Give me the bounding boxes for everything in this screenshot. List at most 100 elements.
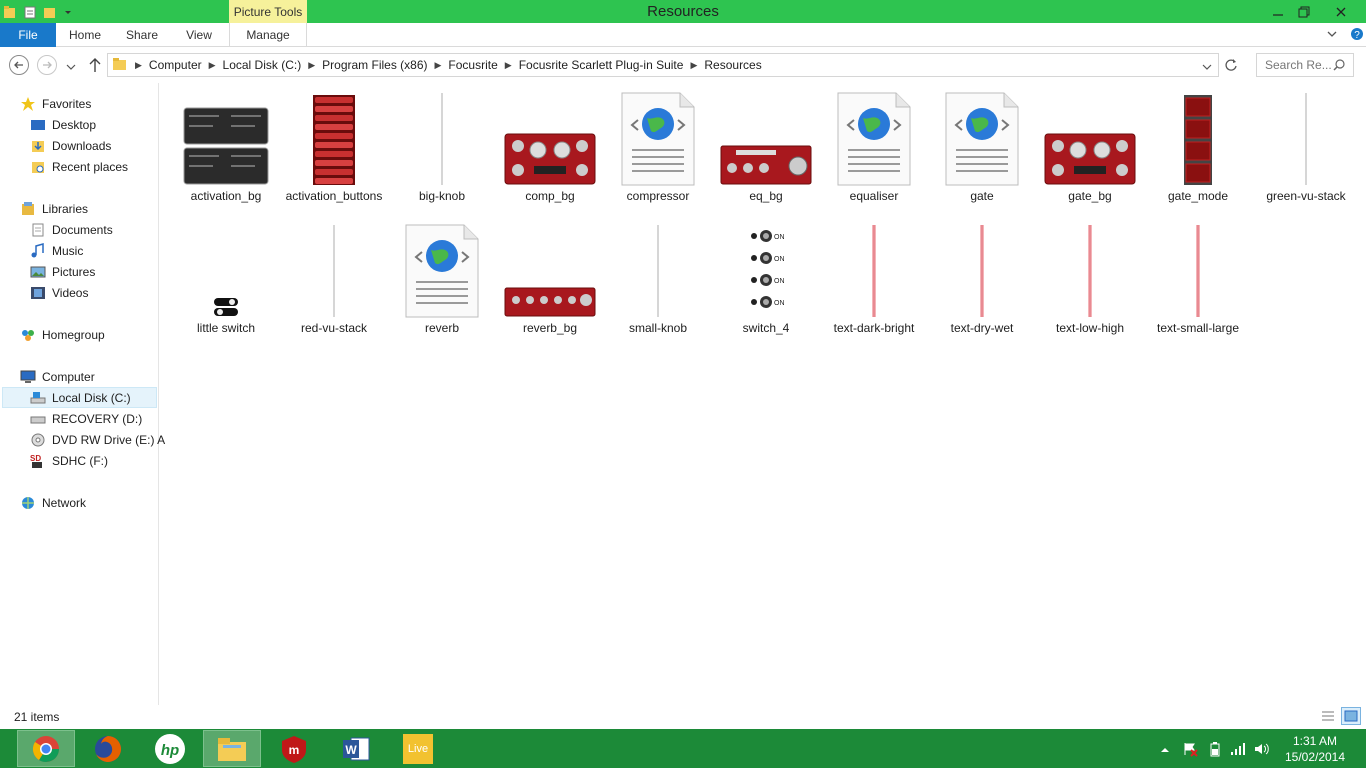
file-item[interactable]: big-knob [392, 90, 492, 204]
chevron-right-icon[interactable]: ▶ [687, 60, 700, 71]
mcafee-icon[interactable]: m [265, 730, 323, 767]
file-item[interactable]: ON ON ON ON switch_4 [716, 222, 816, 336]
sidebar-item-videos[interactable]: Videos [30, 282, 88, 303]
chevron-right-icon[interactable]: ▶ [132, 60, 145, 71]
tab-share[interactable]: Share [114, 23, 170, 47]
file-item[interactable]: text-low-high [1040, 222, 1140, 336]
svg-text:?: ? [1354, 30, 1360, 41]
breadcrumb-program-files[interactable]: Program Files (x86) [318, 58, 431, 72]
breadcrumb-focusrite[interactable]: Focusrite [444, 58, 501, 72]
sidebar-item-network[interactable]: Network [20, 492, 86, 513]
hp-icon[interactable]: hp [141, 730, 199, 767]
firefox-icon[interactable] [79, 730, 137, 767]
file-name: gate_mode [1167, 189, 1229, 203]
sidebar-item-desktop[interactable]: Desktop [30, 114, 96, 135]
file-item[interactable]: little switch [176, 222, 276, 336]
tab-home[interactable]: Home [58, 23, 112, 47]
tab-file[interactable]: File [0, 23, 56, 47]
file-item[interactable]: reverb [392, 222, 492, 336]
svg-text:ON: ON [774, 278, 785, 285]
sidebar-item-sdhc[interactable]: SD SDHC (F:) [30, 450, 108, 471]
sidebar-item-recent-places[interactable]: Recent places [30, 156, 128, 177]
file-item[interactable]: red-vu-stack [284, 222, 384, 336]
wifi-signal-icon[interactable] [1230, 729, 1246, 768]
file-item[interactable]: green-vu-stack [1256, 90, 1356, 204]
close-button[interactable] [1326, 0, 1356, 23]
sidebar-item-documents[interactable]: Documents [30, 219, 113, 240]
taskbar: hp m W Live 1:31 AM 15/02/2014 [0, 729, 1366, 768]
chevron-right-icon[interactable]: ▶ [305, 60, 318, 71]
up-button[interactable] [88, 57, 102, 76]
forward-button[interactable] [37, 55, 57, 75]
file-item[interactable]: activation_buttons [284, 90, 384, 204]
navigation-pane: Favorites Desktop Downloads Recent place… [0, 83, 165, 705]
sidebar-item-homegroup[interactable]: Homegroup [20, 324, 105, 345]
refresh-icon[interactable] [1224, 58, 1238, 75]
image-thumbnail-icon [502, 222, 598, 318]
breadcrumb-local-disk[interactable]: Local Disk (C:) [219, 58, 306, 72]
svg-text:W: W [345, 743, 357, 757]
sidebar-label: Homegroup [42, 327, 105, 342]
pictures-icon [30, 264, 46, 280]
file-item[interactable]: equaliser [824, 90, 924, 204]
file-item[interactable]: text-small-large [1148, 222, 1248, 336]
file-item[interactable]: eq_bg [716, 90, 816, 204]
breadcrumb-computer[interactable]: Computer [145, 58, 206, 72]
image-thumbnail-icon [610, 222, 706, 318]
live-icon[interactable]: Live [389, 730, 447, 767]
svg-text:hp: hp [161, 742, 179, 759]
recent-locations-icon[interactable] [66, 61, 76, 75]
file-item[interactable]: activation_bg [176, 90, 276, 204]
address-bar[interactable]: ▶ Computer ▶ Local Disk (C:) ▶ Program F… [107, 53, 1219, 77]
file-item[interactable]: gate_mode [1148, 90, 1248, 204]
file-explorer-icon[interactable] [203, 730, 261, 767]
file-item[interactable]: text-dry-wet [932, 222, 1032, 336]
file-item[interactable]: gate [932, 90, 1032, 204]
sidebar-label: Pictures [52, 264, 96, 279]
sidebar-label: Libraries [42, 201, 89, 216]
local-disk-icon [30, 390, 46, 406]
file-item[interactable]: compressor [608, 90, 708, 204]
address-dropdown-icon[interactable] [1202, 61, 1212, 75]
file-item[interactable]: reverb_bg [500, 222, 600, 336]
sidebar-item-computer[interactable]: Computer [20, 366, 95, 387]
details-view-icon[interactable] [1320, 709, 1336, 726]
tab-view[interactable]: View [172, 23, 226, 47]
file-item[interactable]: small-knob [608, 222, 708, 336]
chevron-right-icon[interactable]: ▶ [502, 60, 515, 71]
file-name: red-vu-stack [300, 321, 368, 335]
sidebar-item-local-disk[interactable]: Local Disk (C:) [2, 387, 157, 408]
file-item[interactable]: gate_bg [1040, 90, 1140, 204]
sidebar-item-dvd-drive[interactable]: DVD RW Drive (E:) A [30, 429, 165, 450]
chrome-icon[interactable] [17, 730, 75, 767]
volume-icon[interactable] [1254, 729, 1270, 768]
sidebar-item-pictures[interactable]: Pictures [30, 261, 95, 282]
chevron-right-icon[interactable]: ▶ [206, 60, 219, 71]
file-name: eq_bg [749, 189, 783, 203]
back-button[interactable] [9, 55, 29, 75]
restore-button[interactable] [1289, 0, 1319, 23]
chevron-right-icon[interactable]: ▶ [432, 60, 445, 71]
dvd-drive-icon [30, 432, 46, 448]
sidebar-item-downloads[interactable]: Downloads [30, 135, 111, 156]
battery-icon[interactable] [1210, 729, 1220, 768]
sidebar-item-music[interactable]: Music [30, 240, 83, 261]
help-icon[interactable]: ? [1350, 27, 1364, 44]
sidebar-item-recovery[interactable]: RECOVERY (D:) [30, 408, 142, 429]
search-input[interactable]: Search Re... [1256, 53, 1354, 77]
clock[interactable]: 1:31 AM 15/02/2014 [1282, 733, 1348, 765]
breadcrumb-resources[interactable]: Resources [700, 58, 765, 72]
status-bar: 21 items [0, 705, 1366, 729]
tab-manage[interactable]: Manage [229, 23, 307, 47]
image-thumbnail-icon [286, 90, 382, 186]
expand-ribbon-icon[interactable] [1326, 28, 1338, 43]
action-center-icon[interactable] [1182, 729, 1198, 768]
file-item[interactable]: text-dark-bright [824, 222, 924, 336]
large-icons-view-icon[interactable] [1341, 707, 1361, 725]
breadcrumb-plugin-suite[interactable]: Focusrite Scarlett Plug-in Suite [515, 58, 688, 72]
file-item[interactable]: comp_bg [500, 90, 600, 204]
sidebar-item-favorites[interactable]: Favorites [20, 93, 91, 114]
word-icon[interactable]: W [327, 730, 385, 767]
show-hidden-icons-icon[interactable] [1160, 729, 1170, 768]
sidebar-item-libraries[interactable]: Libraries [20, 198, 88, 219]
